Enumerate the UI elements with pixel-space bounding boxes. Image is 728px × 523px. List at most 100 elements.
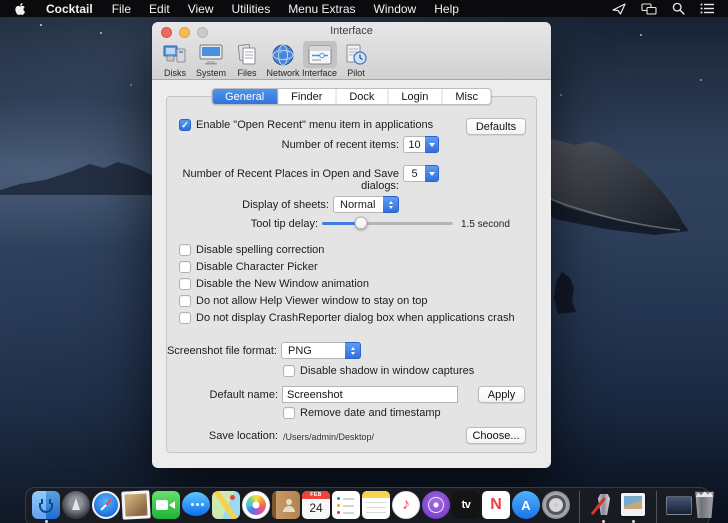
dock-notes[interactable] (362, 491, 390, 519)
disable-spelling-checkbox[interactable] (179, 244, 191, 256)
disable-shadow-row: Disable shadow in window captures (283, 365, 474, 377)
remove-date-checkbox[interactable] (283, 407, 295, 419)
dock-images-app[interactable] (619, 491, 647, 523)
sheets-label: Display of sheets: (152, 199, 329, 211)
chevron-down-icon (429, 172, 435, 176)
dock-music[interactable] (392, 491, 420, 519)
checkbox-row-window-animation: Disable the New Window animation (179, 278, 369, 290)
dock: FEB24 (25, 487, 710, 523)
files-icon (230, 41, 264, 68)
recent-places-label: Number of Recent Places in Open and Save… (152, 168, 399, 192)
dock-launchpad[interactable] (62, 491, 90, 519)
podcasts-icon (422, 491, 450, 519)
chevron-up-icon (389, 201, 393, 204)
screenshot-format-popup[interactable]: PNG (281, 342, 361, 359)
tab-bar: General Finder Dock Login Misc (211, 88, 492, 105)
dock-tv[interactable] (452, 491, 480, 519)
sheets-popup[interactable]: Normal (333, 196, 399, 213)
toolbar-label-interface: Interface (302, 68, 337, 78)
recent-places-value: 5 (403, 165, 425, 182)
notification-list-icon[interactable] (700, 3, 714, 14)
disable-spelling-label: Disable spelling correction (196, 244, 324, 256)
toolbar-label-files: Files (237, 68, 256, 78)
save-location-label: Save location: (152, 430, 278, 442)
default-name-field[interactable] (282, 386, 458, 403)
calendar-icon: FEB24 (302, 491, 330, 519)
sheets-popup-button[interactable] (383, 196, 399, 213)
tab-login[interactable]: Login (388, 89, 442, 104)
recent-items-dropdown-button[interactable] (425, 136, 439, 153)
menu-file[interactable]: File (103, 0, 140, 17)
dock-trash[interactable] (694, 491, 715, 518)
menu-app-name[interactable]: Cocktail (36, 0, 103, 17)
apple-menu-icon[interactable] (0, 0, 36, 17)
tab-finder[interactable]: Finder (278, 89, 336, 104)
tooltip-slider-thumb[interactable] (355, 217, 368, 230)
dock-calendar[interactable]: FEB24 (302, 491, 330, 519)
paper-plane-icon[interactable] (612, 3, 626, 15)
dock-photos[interactable] (242, 491, 270, 519)
safari-icon (92, 491, 120, 519)
menu-edit[interactable]: Edit (140, 0, 179, 17)
choose-button[interactable]: Choose... (466, 427, 526, 444)
dock-contacts[interactable] (272, 491, 300, 519)
toolbar-item-pilot[interactable]: Pilot (339, 41, 373, 78)
toolbar-item-interface[interactable]: Interface (302, 41, 337, 78)
tab-misc[interactable]: Misc (442, 89, 491, 104)
toolbar-item-files[interactable]: Files (230, 41, 264, 78)
stars-decoration (40, 24, 42, 26)
toolbar-item-network[interactable]: Network (266, 41, 300, 78)
checkbox-row-help-viewer: Do not allow Help Viewer window to stay … (179, 295, 428, 307)
window-header[interactable]: Interface Disks System Files (152, 22, 551, 80)
apply-button[interactable]: Apply (478, 386, 525, 403)
dock-news[interactable] (482, 491, 510, 519)
dock-minimized-window[interactable] (666, 491, 692, 515)
dock-cocktail[interactable] (589, 491, 617, 523)
dock-messages[interactable] (182, 491, 210, 519)
slider-track[interactable] (322, 222, 453, 225)
tab-general[interactable]: General (212, 89, 278, 104)
menu-window[interactable]: Window (365, 0, 426, 17)
disable-window-animation-checkbox[interactable] (179, 278, 191, 290)
dock-finder[interactable] (32, 491, 60, 523)
dock-podcasts[interactable] (422, 491, 450, 519)
dock-maps[interactable] (212, 491, 240, 519)
crashreporter-checkbox[interactable] (179, 312, 191, 324)
apple-tv-icon (452, 491, 480, 519)
defaults-button[interactable]: Defaults (466, 118, 526, 135)
tooltip-delay-slider[interactable] (322, 216, 453, 230)
dock-safari[interactable] (92, 491, 120, 519)
photos-icon (242, 491, 270, 519)
dock-facetime[interactable] (152, 491, 180, 519)
cocktail-shaker-icon (589, 491, 617, 519)
dock-system-preferences[interactable] (542, 491, 570, 519)
save-location-path: /Users/admin/Desktop/ (283, 432, 374, 442)
menu-help[interactable]: Help (425, 0, 468, 17)
maps-icon (212, 491, 240, 519)
dock-reminders[interactable] (332, 491, 360, 519)
recent-places-dropdown-button[interactable] (425, 165, 439, 182)
recent-items-combo[interactable]: 10 (403, 136, 439, 153)
toolbar-item-disks[interactable]: Disks (158, 41, 192, 78)
screenshot-format-value: PNG (281, 342, 345, 359)
toolbar-item-system[interactable]: System (194, 41, 228, 78)
disable-shadow-checkbox[interactable] (283, 365, 295, 377)
menu-bar-left: Cocktail File Edit View Utilities Menu E… (0, 0, 468, 17)
menu-utilities[interactable]: Utilities (223, 0, 280, 17)
menu-view[interactable]: View (179, 0, 223, 17)
displays-icon[interactable] (641, 3, 657, 15)
spotlight-search-icon[interactable] (672, 2, 685, 15)
tab-dock[interactable]: Dock (336, 89, 388, 104)
remove-date-row: Remove date and timestamp (283, 407, 441, 419)
dock-app-store[interactable] (512, 491, 540, 519)
open-recent-checkbox[interactable] (179, 119, 191, 131)
recent-places-combo[interactable]: 5 (403, 165, 439, 182)
help-viewer-checkbox[interactable] (179, 295, 191, 307)
window-title: Interface (152, 25, 551, 37)
disable-character-picker-checkbox[interactable] (179, 261, 191, 273)
checkbox-row-spelling: Disable spelling correction (179, 244, 324, 256)
dock-mail[interactable] (122, 491, 150, 519)
finder-icon (32, 491, 60, 519)
screenshot-format-popup-button[interactable] (345, 342, 361, 359)
menu-menu-extras[interactable]: Menu Extras (279, 0, 364, 17)
